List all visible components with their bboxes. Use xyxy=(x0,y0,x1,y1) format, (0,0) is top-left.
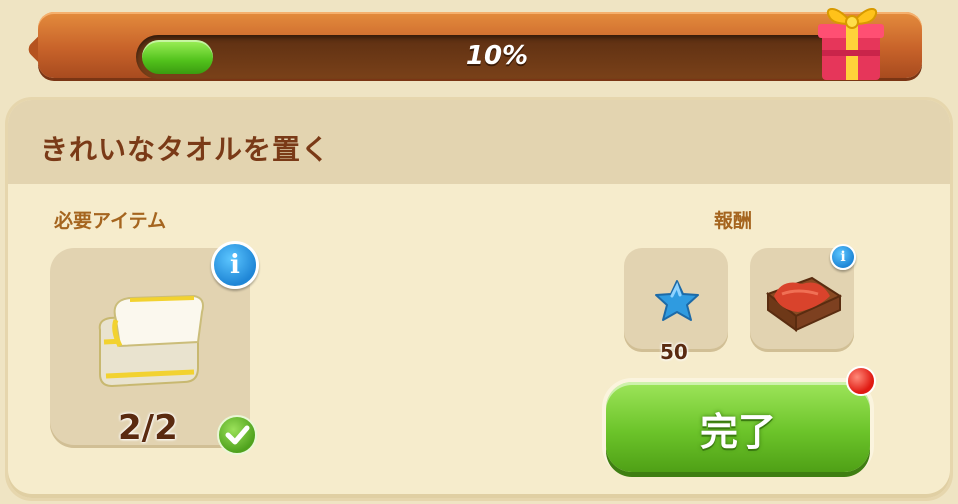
folded-towel-icon xyxy=(98,294,204,388)
required-items-label: 必要アイテム xyxy=(54,210,167,232)
progress-percent: 10% xyxy=(465,41,529,71)
required-item-count: 2/2 xyxy=(118,408,178,448)
required-item-info-icon[interactable]: i xyxy=(211,241,259,289)
reward-info-icon[interactable]: i xyxy=(830,244,856,270)
progress-banner: 10% xyxy=(38,12,922,79)
gift-box-icon[interactable] xyxy=(810,0,890,84)
red-cloth-crate-icon xyxy=(765,276,843,332)
progress-track: 10% xyxy=(136,35,858,79)
checkmark-icon xyxy=(217,415,257,455)
quest-panel: きれいなタオルを置く 必要アイテム 報酬 2/2 i 50 i 完了 xyxy=(8,100,950,498)
quest-header: きれいなタオルを置く xyxy=(8,100,950,184)
notification-dot-icon xyxy=(846,366,876,396)
complete-button-label: 完了 xyxy=(699,410,776,454)
complete-button[interactable]: 完了 xyxy=(606,382,870,472)
quest-title: きれいなタオルを置く xyxy=(40,133,331,166)
reward-card-star[interactable] xyxy=(624,248,728,352)
reward-star-amount: 50 xyxy=(660,340,688,364)
blue-star-icon xyxy=(655,280,699,321)
rewards-label: 報酬 xyxy=(714,210,753,232)
